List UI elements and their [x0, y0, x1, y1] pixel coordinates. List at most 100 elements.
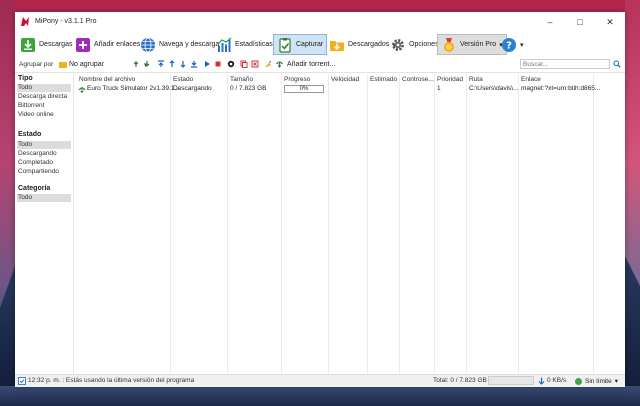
row-size: 0 / 7.823 GB — [230, 85, 267, 92]
status-downloading[interactable]: Descargando — [17, 150, 71, 158]
move-up-icon[interactable] — [168, 60, 176, 68]
update-icon — [18, 377, 26, 387]
stats-label: Estadísticas — [235, 41, 273, 48]
medal-icon — [441, 37, 457, 53]
limit-status-dot-icon — [575, 377, 582, 385]
col-status[interactable]: Estado — [173, 76, 193, 83]
chevron-down-icon: ▾ — [520, 41, 524, 49]
status-completed[interactable]: Completado — [17, 159, 71, 167]
type-bittorrent[interactable]: Bittorrent — [17, 102, 71, 110]
download-arrow-icon — [20, 37, 36, 53]
close-button[interactable]: ✕ — [595, 12, 625, 32]
plus-icon — [75, 37, 91, 53]
downloads-button[interactable]: Descargas — [17, 34, 75, 55]
settings-circle-icon[interactable] — [227, 60, 235, 68]
column-divider — [170, 74, 171, 374]
download-list: Nombre del archivo Estado Tamaño Progres… — [75, 74, 625, 374]
options-label: Opciones — [409, 41, 439, 48]
title-bar: MiPony - v3.1.1 Pro – □ ✕ — [15, 12, 625, 32]
col-speed[interactable]: Velocidad — [331, 76, 359, 83]
progress-text: 0% — [299, 86, 309, 92]
type-heading: Tipo — [18, 75, 33, 82]
torrent-icon — [275, 59, 284, 70]
speed-limit-label: Sin límite — [585, 377, 612, 385]
move-bottom-icon[interactable] — [190, 60, 198, 68]
col-priority[interactable]: Prioridad — [437, 76, 463, 83]
type-direct[interactable]: Descarga directa — [17, 93, 71, 101]
secondary-toolbar: Agrupar por No agrupar ▾ Añadir torrent.… — [15, 58, 625, 73]
copy-icon[interactable] — [240, 60, 248, 68]
status-bar: 12:32 p. m. : Estás usando la última ver… — [15, 374, 625, 387]
row-priority: 1 — [437, 85, 441, 92]
progress-bar: 0% — [284, 85, 324, 93]
column-divider — [593, 74, 594, 374]
col-link[interactable]: Enlace — [521, 76, 541, 83]
add-torrent-label: Añadir torrent... — [287, 61, 336, 68]
browse-label: Navega y descarga — [159, 41, 220, 48]
play-icon[interactable] — [203, 60, 211, 68]
stop-icon[interactable] — [214, 60, 222, 68]
type-video[interactable]: Video online — [17, 111, 71, 119]
column-divider — [227, 74, 228, 374]
speed-arrow-icon — [538, 377, 545, 387]
capture-button[interactable]: Capturar — [273, 34, 328, 55]
add-links-button[interactable]: Añadir enlaces — [72, 34, 143, 55]
torrent-icon — [78, 85, 86, 95]
filter-sidebar: Tipo Todo Descarga directa Bittorrent Vi… — [15, 74, 74, 374]
options-button[interactable]: Opciones — [387, 34, 442, 55]
maximize-button[interactable]: □ — [565, 12, 595, 32]
column-divider — [328, 74, 329, 374]
column-divider — [466, 74, 467, 374]
mipony-logo-icon — [21, 17, 29, 26]
total-size: Total: 0 / 7.823 GB — [433, 377, 487, 384]
window-title: MiPony - v3.1.1 Pro — [35, 18, 97, 25]
col-size[interactable]: Tamaño — [230, 76, 253, 83]
gear-icon — [390, 37, 406, 53]
status-heading: Estado — [18, 131, 42, 138]
group-by-label: Agrupar por — [19, 61, 54, 68]
speed-limit-selector[interactable]: Sin límite ▾ — [575, 376, 618, 386]
chevron-down-icon: ▾ — [614, 378, 618, 385]
search-icon[interactable] — [613, 60, 621, 68]
desktop-wallpaper-bottom — [0, 386, 640, 406]
col-filename[interactable]: Nombre del archivo — [79, 76, 135, 83]
move-top-icon[interactable] — [157, 60, 165, 68]
move-down-icon[interactable] — [179, 60, 187, 68]
status-message: 12:32 p. m. : Estás usando la última ver… — [28, 377, 195, 384]
globe-icon — [140, 37, 156, 53]
col-path[interactable]: Ruta — [469, 76, 483, 83]
column-divider — [281, 74, 282, 374]
pro-version-button[interactable]: Versión Pro ▾ — [437, 34, 507, 55]
filter-up-icon[interactable] — [132, 60, 140, 68]
downloaded-label: Descargados — [348, 41, 390, 48]
row-link: magnet:?xt=urn:btih:d865... — [521, 85, 601, 92]
clean-icon[interactable] — [264, 60, 272, 68]
status-all[interactable]: Todo — [17, 141, 71, 149]
stats-button[interactable]: Estadísticas — [213, 34, 276, 55]
main-toolbar: Descargas Añadir enlaces Navega y descar… — [15, 32, 625, 58]
column-divider — [434, 74, 435, 374]
column-divider — [367, 74, 368, 374]
folder-icon — [59, 61, 67, 68]
col-progress[interactable]: Progreso — [284, 76, 310, 83]
table-row[interactable]: Euro Truck Simulator 2v1.39.1... Descarg… — [75, 84, 625, 94]
clipboard-check-icon — [277, 37, 293, 53]
help-button[interactable]: ? ▾ — [498, 34, 527, 55]
col-password[interactable]: Controse... — [402, 76, 434, 83]
status-sharing[interactable]: Compartiendo — [17, 168, 71, 176]
minimize-button[interactable]: – — [535, 12, 565, 32]
chart-icon — [216, 37, 232, 53]
filter-down-icon[interactable] — [143, 60, 151, 68]
delete-icon[interactable] — [251, 60, 259, 68]
mipony-window: MiPony - v3.1.1 Pro – □ ✕ Descargas Añad… — [15, 12, 625, 387]
browse-button[interactable]: Navega y descarga — [137, 34, 222, 55]
group-by-value: No agrupar — [69, 61, 105, 68]
add-torrent-button[interactable]: Añadir torrent... — [275, 59, 335, 70]
category-all[interactable]: Todo — [17, 194, 71, 202]
download-speed: 0 KB/s — [547, 377, 567, 384]
column-divider — [518, 74, 519, 374]
search-input[interactable] — [520, 59, 610, 69]
svg-text:?: ? — [506, 40, 512, 51]
type-all[interactable]: Todo — [17, 84, 71, 92]
col-estimate[interactable]: Estimado — [370, 76, 397, 83]
